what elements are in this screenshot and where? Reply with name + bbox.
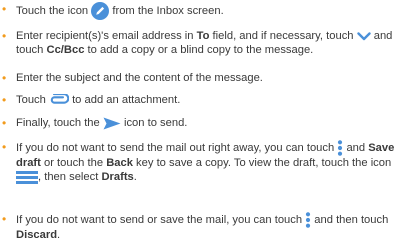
bullet: • xyxy=(2,71,7,85)
list-item-recipient: • Enter recipient(s)'s email address in … xyxy=(2,29,411,58)
text-part: . xyxy=(133,171,137,184)
text-part: . xyxy=(57,229,61,241)
bullet: • xyxy=(2,140,7,154)
text-part: and then touch xyxy=(314,213,389,226)
instructions-page: • Touch the icon from the Inbox screen. … xyxy=(0,0,415,248)
text-part: to add a copy or a blind copy to the mes… xyxy=(87,44,314,57)
list-item-discard: • If you do not want to send or save the… xyxy=(2,212,411,242)
bullet: • xyxy=(2,212,7,226)
list-item-attach: • Touch to add an attachment. xyxy=(2,93,411,107)
list-item-compose: • Touch the icon from the Inbox screen. xyxy=(2,2,411,20)
text-part: , then select xyxy=(38,171,99,184)
bullet: • xyxy=(2,93,7,107)
item-text: If you do not want to send or save the m… xyxy=(16,212,411,242)
bullet: • xyxy=(2,116,7,130)
bullet: • xyxy=(2,2,7,16)
item-text: Enter the subject and the content of the… xyxy=(16,72,263,84)
text-part: from the Inbox screen. xyxy=(112,4,224,17)
text-part: to add an attachment. xyxy=(72,94,181,106)
chevron-down-icon xyxy=(356,31,371,41)
bold-term-to: To xyxy=(196,30,210,42)
list-item-subject: • Enter the subject and the content of t… xyxy=(2,71,411,85)
list-item-send: • Finally, touch the icon to send. xyxy=(2,116,411,130)
bold-term-drafts: Drafts xyxy=(101,171,134,184)
text-part: If you do not want to send the mail out … xyxy=(16,141,335,154)
paperclip-icon xyxy=(49,94,69,106)
item-text: Touch to add an attachment. xyxy=(16,93,411,107)
text-part: icon to send. xyxy=(123,117,188,129)
bold-term-ccbcc: Cc/Bcc xyxy=(46,44,85,57)
item-text: Finally, touch the icon to send. xyxy=(16,116,411,130)
text-part: If you do not want to send or save the m… xyxy=(16,213,303,226)
three-dot-menu-icon xyxy=(337,140,343,156)
text-part: Touch xyxy=(16,94,46,106)
text-part: Enter recipient(s)'s email address in xyxy=(16,30,194,42)
bullet: • xyxy=(2,29,7,43)
text-part: key to save a copy. To view the draft, t… xyxy=(136,157,392,169)
hamburger-menu-icon xyxy=(16,170,38,184)
item-text: If you do not want to send the mail out … xyxy=(16,140,411,185)
three-dot-menu-icon xyxy=(305,212,311,228)
send-arrow-icon xyxy=(103,117,121,130)
text-part: and xyxy=(346,141,366,154)
item-text: Enter recipient(s)'s email address in To… xyxy=(16,29,411,58)
text-part: Touch the icon xyxy=(16,4,89,17)
text-part: or touch the xyxy=(43,157,104,169)
item-text: Touch the icon from the Inbox screen. xyxy=(16,2,411,20)
text-part: field, and if necessary, touch xyxy=(212,30,354,42)
bold-term-back: Back xyxy=(106,157,133,169)
text-part: Finally, touch the xyxy=(16,117,100,129)
list-item-save-draft: • If you do not want to send the mail ou… xyxy=(2,140,411,185)
bold-term-discard: Discard xyxy=(16,229,58,241)
pencil-in-circle-icon xyxy=(91,2,110,20)
